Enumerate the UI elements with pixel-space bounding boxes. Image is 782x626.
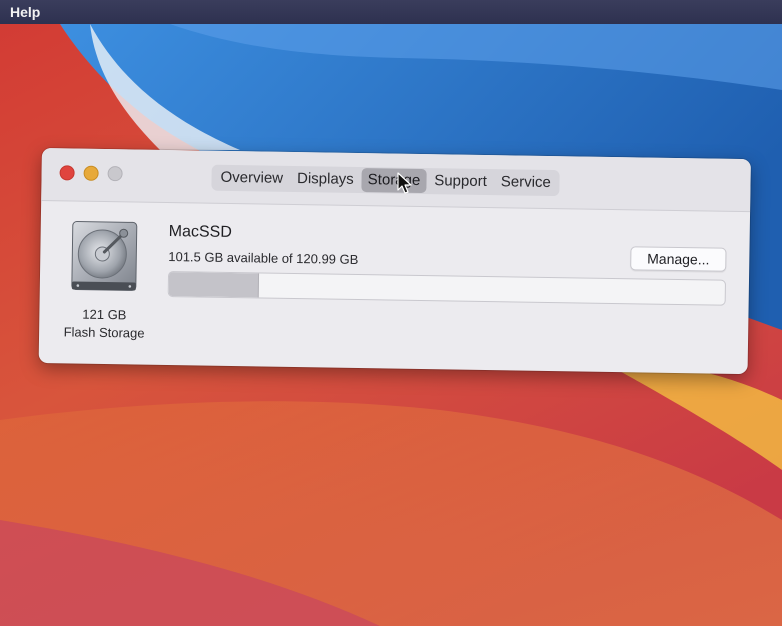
disk-summary: 121 GB Flash Storage [59,305,150,342]
tab-support[interactable]: Support [428,169,493,194]
about-this-mac-window: Overview Displays Storage Support Servic… [38,148,751,375]
tab-bar: Overview Displays Storage Support Servic… [211,164,561,197]
disk-type: Flash Storage [63,324,145,341]
tab-storage[interactable]: Storage [361,168,427,194]
menu-help[interactable]: Help [10,4,40,20]
tab-service[interactable]: Service [495,170,557,195]
minimize-button[interactable] [83,165,99,181]
storage-pane: 121 GB Flash Storage MacSSD 101.5 GB ava… [39,201,750,374]
zoom-button[interactable] [107,166,123,182]
volume-availability: 101.5 GB available of 120.99 GB [168,248,359,267]
tab-displays[interactable]: Displays [291,167,360,192]
storage-usage-bar [167,270,727,306]
disk-capacity: 121 GB [82,306,127,323]
close-button[interactable] [59,165,75,181]
hard-drive-icon [71,221,138,291]
manage-button[interactable]: Manage... [630,246,727,272]
pointer-cursor-icon [397,172,412,194]
storage-used-segment [168,272,260,298]
volume-name: MacSSD [168,223,232,241]
tab-overview[interactable]: Overview [214,166,289,191]
menu-bar: Help [0,0,782,24]
